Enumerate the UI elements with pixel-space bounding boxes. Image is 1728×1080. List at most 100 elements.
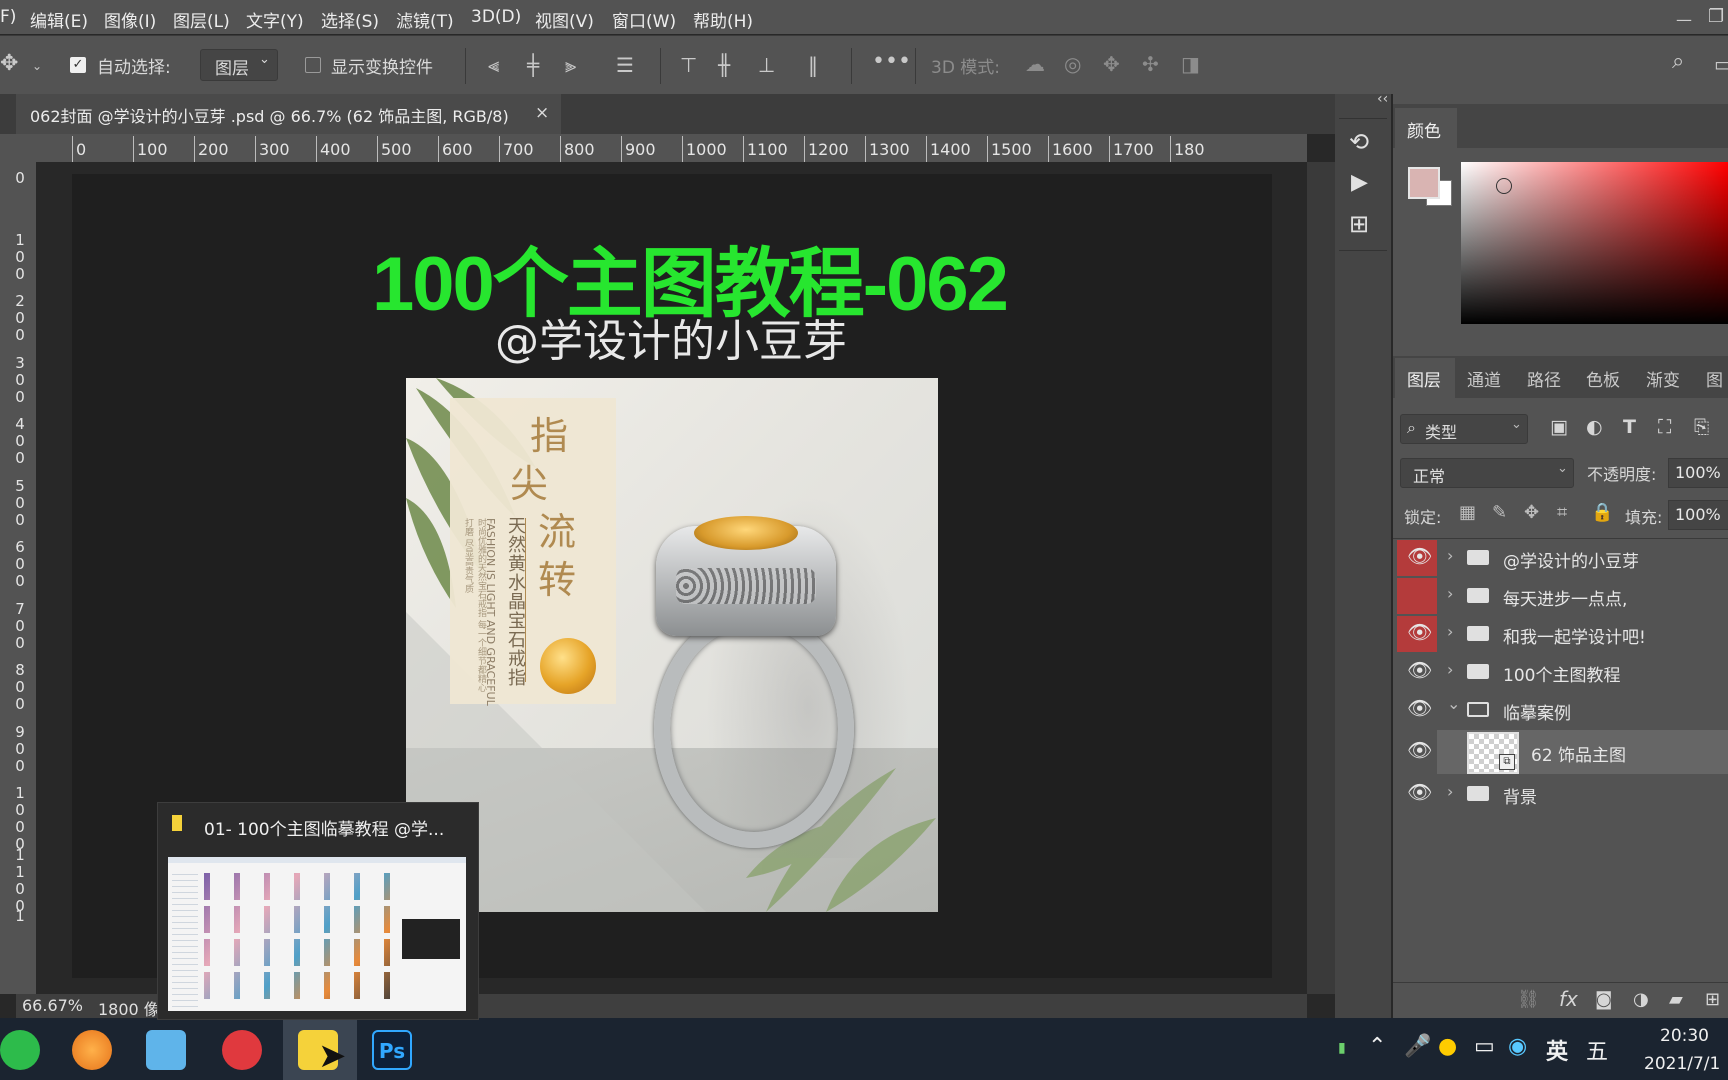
blend-mode-dropdown[interactable]: 正常 ⌄ bbox=[1400, 458, 1574, 488]
lock-all-icon[interactable]: 🔒 bbox=[1591, 502, 1613, 523]
layer-row-selected[interactable]: 👁 ⧉ 62 饰品主图 bbox=[1397, 730, 1728, 774]
menu-type[interactable]: 文字(Y) bbox=[246, 7, 304, 32]
filter-type-icon[interactable]: T bbox=[1623, 416, 1636, 438]
move-tool-icon[interactable]: ✥ bbox=[0, 53, 18, 75]
tab-layers[interactable]: 图层 bbox=[1395, 358, 1455, 398]
opacity-input[interactable]: 100% bbox=[1668, 458, 1728, 488]
minimize-icon[interactable]: — bbox=[1676, 10, 1692, 29]
fill-input[interactable]: 100% bbox=[1668, 500, 1728, 530]
show-transform-checkbox[interactable] bbox=[305, 57, 321, 73]
3d-roll-icon[interactable]: ◎ bbox=[1064, 54, 1081, 74]
tab-gradients[interactable]: 渐变 bbox=[1646, 366, 1680, 391]
recorder-app-icon[interactable] bbox=[222, 1030, 262, 1070]
menu-layer[interactable]: 图层(L) bbox=[173, 7, 230, 32]
distribute-h-icon[interactable]: ☰ bbox=[616, 55, 634, 75]
adjustment-layer-icon[interactable]: ◑ bbox=[1633, 989, 1649, 1010]
fx-icon[interactable]: fx bbox=[1559, 987, 1578, 1011]
network-icon[interactable]: ▭ bbox=[1474, 1034, 1495, 1059]
visibility-toggle[interactable]: 👁 bbox=[1397, 540, 1437, 576]
tab-channels[interactable]: 通道 bbox=[1467, 366, 1501, 391]
actions-play-icon[interactable]: ▶ bbox=[1351, 170, 1368, 195]
chevron-right-icon[interactable]: › bbox=[1447, 660, 1453, 679]
window-preview-thumbnail[interactable] bbox=[168, 857, 466, 1011]
visibility-toggle[interactable]: 👁 bbox=[1397, 776, 1437, 812]
sync-icon[interactable]: ◉ bbox=[1508, 1034, 1527, 1059]
history-icon[interactable]: ⟲ bbox=[1349, 128, 1369, 156]
chevron-right-icon[interactable]: › bbox=[1447, 546, 1453, 565]
menu-window[interactable]: 窗口(W) bbox=[612, 7, 676, 32]
auto-select-dropdown[interactable]: 图层 ⌄ bbox=[200, 49, 278, 81]
menu-select[interactable]: 选择(S) bbox=[321, 7, 379, 32]
clock-date[interactable]: 2021/7/1 bbox=[1644, 1054, 1720, 1074]
align-middle-v-icon[interactable]: ╫ bbox=[718, 55, 730, 75]
lock-transparent-icon[interactable]: ▦ bbox=[1459, 502, 1476, 523]
visibility-toggle[interactable]: 👁 bbox=[1397, 692, 1437, 728]
new-layer-icon[interactable]: ⊞ bbox=[1705, 989, 1720, 1010]
live-app-icon[interactable] bbox=[146, 1030, 186, 1070]
microphone-icon[interactable]: 🎤 bbox=[1404, 1034, 1431, 1059]
document-tab[interactable]: 062封面 @学设计的小豆芽 .psd @ 66.7% (62 饰品主图, RG… bbox=[16, 94, 561, 134]
align-right-icon[interactable]: ⫸ bbox=[565, 55, 576, 75]
zoom-level[interactable]: 66.67% bbox=[22, 996, 83, 1015]
auto-select-checkbox[interactable]: ✓ bbox=[70, 57, 86, 73]
photoshop-app-icon[interactable]: Ps bbox=[372, 1030, 412, 1070]
3d-camera-icon[interactable]: ◨ bbox=[1181, 54, 1200, 74]
chevron-right-icon[interactable]: › bbox=[1447, 584, 1453, 603]
tab-color[interactable]: 颜色 bbox=[1395, 108, 1457, 148]
menu-help[interactable]: 帮助(H) bbox=[693, 7, 753, 32]
menu-view[interactable]: 视图(V) bbox=[535, 7, 594, 32]
layer-filter-dropdown[interactable]: ⌕ 类型 ⌄ bbox=[1400, 414, 1528, 444]
filter-shape-icon[interactable]: ⛶ bbox=[1658, 416, 1671, 438]
more-options-icon[interactable]: ••• bbox=[872, 51, 911, 73]
wechat-app-icon[interactable] bbox=[0, 1030, 40, 1070]
tab-more[interactable]: 图 bbox=[1706, 366, 1723, 391]
layer-row[interactable]: 👁 ⌄ 临摹案例 bbox=[1397, 692, 1728, 728]
link-layers-icon[interactable]: ⛓ bbox=[1517, 989, 1540, 1010]
ime-language[interactable]: 英 bbox=[1546, 1034, 1568, 1066]
color-picker-cursor[interactable] bbox=[1496, 178, 1512, 194]
clock-time[interactable]: 20:30 bbox=[1660, 1026, 1709, 1046]
chevron-down-icon[interactable]: ⌄ bbox=[1447, 694, 1460, 713]
menu-file[interactable]: F) bbox=[0, 7, 16, 27]
align-top-icon[interactable]: ⊤ bbox=[680, 55, 697, 75]
menu-edit[interactable]: 编辑(E) bbox=[30, 7, 88, 32]
tray-expand-icon[interactable]: ⌃ bbox=[1368, 1034, 1386, 1059]
3d-pan-icon[interactable]: ✥ bbox=[1103, 54, 1120, 74]
menu-image[interactable]: 图像(I) bbox=[104, 7, 156, 32]
chevron-right-icon[interactable]: › bbox=[1447, 782, 1453, 801]
visibility-toggle[interactable]: 👁 bbox=[1397, 730, 1437, 774]
3d-orbit-icon[interactable]: ☁ bbox=[1025, 54, 1045, 74]
lock-artboard-icon[interactable]: ⌗ bbox=[1557, 502, 1567, 523]
align-center-h-icon[interactable]: ╪ bbox=[527, 55, 539, 75]
visibility-toggle[interactable]: 👁 bbox=[1397, 654, 1437, 690]
properties-icon[interactable]: ⊞ bbox=[1349, 210, 1369, 238]
workspace-icon[interactable]: ▭ bbox=[1714, 54, 1728, 74]
menu-filter[interactable]: 滤镜(T) bbox=[396, 7, 454, 32]
chevron-down-icon[interactable]: ⌄ bbox=[32, 56, 42, 76]
lock-paint-icon[interactable]: ✎ bbox=[1492, 502, 1507, 523]
filter-pixel-icon[interactable]: ▣ bbox=[1550, 416, 1568, 438]
tab-paths[interactable]: 路径 bbox=[1527, 366, 1561, 391]
layer-row[interactable]: 👁 › 100个主图教程 bbox=[1397, 654, 1728, 690]
distribute-v-icon[interactable]: ‖ bbox=[808, 55, 818, 75]
document-size[interactable]: 1800 像 bbox=[98, 996, 160, 1020]
battery-icon[interactable]: ▮ bbox=[1338, 1040, 1346, 1056]
restore-icon[interactable]: ❐ bbox=[1708, 6, 1724, 27]
align-left-icon[interactable]: ⫷ bbox=[488, 55, 499, 75]
collapse-panel-icon[interactable]: ‹‹ bbox=[1377, 91, 1388, 107]
chevron-right-icon[interactable]: › bbox=[1447, 622, 1453, 641]
layer-row[interactable]: › 每天进步一点点, bbox=[1397, 578, 1728, 614]
taskbar-preview-popup[interactable]: 01- 100个主图临摹教程 @学... bbox=[157, 802, 479, 1020]
lock-position-icon[interactable]: ✥ bbox=[1524, 502, 1539, 523]
visibility-toggle[interactable]: 👁 bbox=[1397, 616, 1437, 652]
tab-swatches[interactable]: 色板 bbox=[1586, 366, 1620, 391]
filter-smart-object-icon[interactable]: ⎘ bbox=[1694, 416, 1709, 438]
vertical-scrollbar[interactable] bbox=[1307, 162, 1335, 994]
3d-slide-icon[interactable]: ✣ bbox=[1142, 54, 1159, 74]
search-icon[interactable]: ⌕ bbox=[1672, 51, 1684, 73]
layer-row[interactable]: 👁 › 和我一起学设计吧! bbox=[1397, 616, 1728, 652]
ime-mode[interactable]: 五 bbox=[1586, 1034, 1608, 1066]
new-group-icon[interactable]: ▰ bbox=[1669, 989, 1683, 1010]
align-bottom-icon[interactable]: ⊥ bbox=[758, 55, 775, 75]
menu-3d[interactable]: 3D(D) bbox=[471, 7, 521, 27]
